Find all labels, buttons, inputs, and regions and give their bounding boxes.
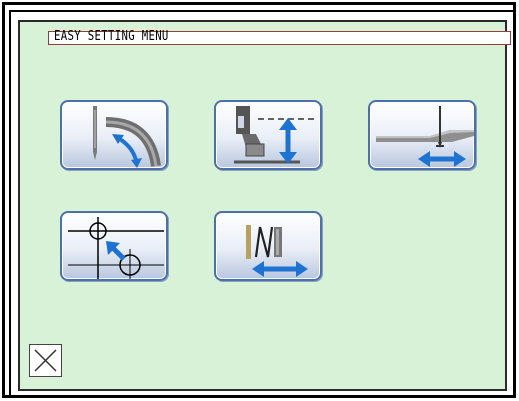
feed-position-icon [376, 106, 474, 167]
easy-setting-panel: EASY SETTING MENU [18, 20, 511, 391]
feed-position-button[interactable] [368, 100, 476, 170]
needle-rotation-icon [93, 106, 161, 168]
origin-offset-button[interactable] [60, 211, 168, 281]
close-button[interactable] [29, 344, 62, 377]
presser-height-icon [234, 106, 314, 164]
origin-offset-icon [68, 217, 164, 279]
stitch-width-button[interactable] [214, 211, 322, 281]
needle-rotation-button[interactable] [60, 100, 168, 170]
screen-frame: EASY SETTING MENU [0, 0, 519, 401]
presser-height-button[interactable] [214, 100, 322, 170]
title-bar: EASY SETTING MENU [48, 29, 511, 45]
close-icon [34, 349, 57, 372]
page-title: EASY SETTING MENU [54, 29, 169, 44]
stitch-width-icon [246, 225, 308, 277]
